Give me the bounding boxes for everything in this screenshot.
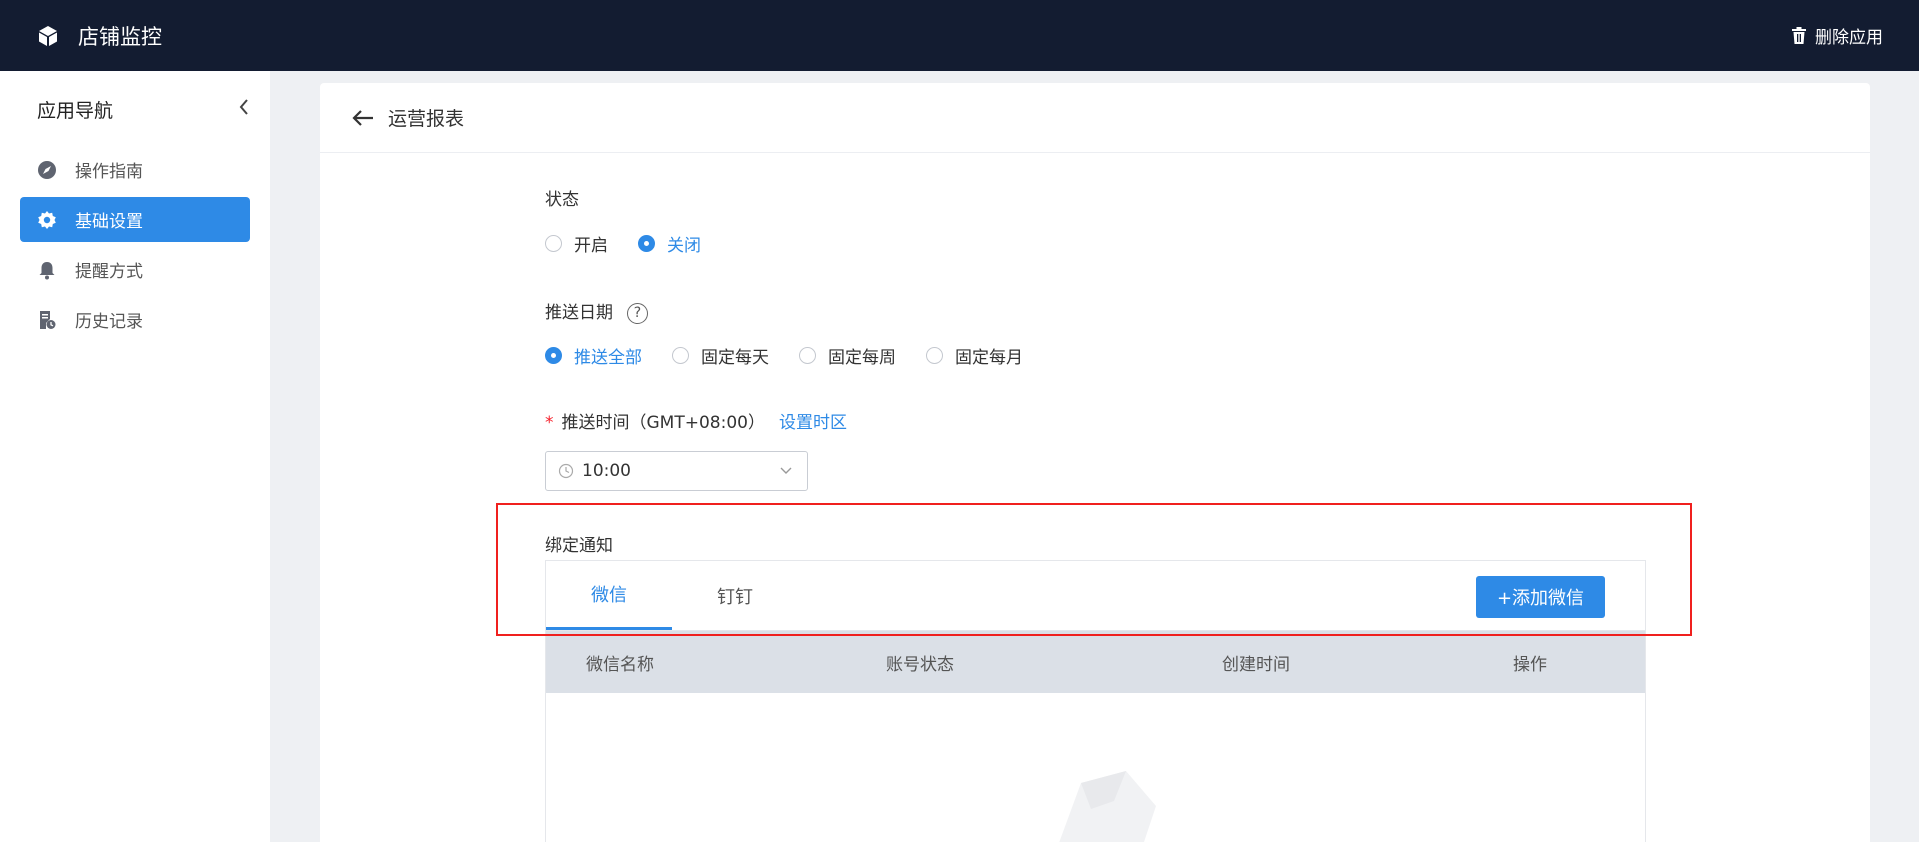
radio-label: 固定每天	[701, 347, 769, 368]
history-doc-icon	[40, 310, 56, 329]
chevron-down-icon	[780, 467, 792, 474]
required-mark: *	[545, 412, 554, 433]
push-time-label: 推送时间（GMT+08:00）	[561, 412, 765, 433]
cube-icon	[39, 25, 57, 46]
push-date-radio-group: 推送全部 固定每天 固定每周 固定每月	[545, 343, 1645, 368]
radio-push-daily[interactable]: 固定每天	[672, 343, 769, 368]
column-header: 微信名称	[586, 654, 654, 675]
radio-status-off[interactable]: 关闭	[638, 231, 701, 256]
trash-icon	[1792, 27, 1806, 44]
gear-icon	[38, 210, 56, 229]
page-title: 运营报表	[388, 108, 465, 130]
compass-icon	[38, 160, 56, 179]
radio-circle	[799, 346, 816, 364]
chevron-left-icon	[239, 98, 248, 115]
highlight-annotation	[496, 503, 1692, 636]
empty-state-illustration	[1059, 771, 1156, 842]
status-section: 状态 开启 关闭	[545, 185, 1645, 256]
sidebar-item-label: 操作指南	[75, 162, 143, 182]
column-header: 操作	[1513, 654, 1547, 675]
sidebar-item-label: 提醒方式	[75, 262, 143, 282]
push-time-section: * 推送时间（GMT+08:00） 设置时区 10:00	[545, 408, 1645, 491]
radio-circle	[545, 235, 562, 252]
push-date-section: 推送日期? 推送全部 固定每天 固定每周 固定每月	[545, 298, 1645, 368]
question-icon[interactable]: ?	[627, 302, 648, 324]
sidebar-item-label: 基础设置	[75, 212, 143, 232]
sidebar-header: 应用导航	[0, 71, 270, 147]
sidebar-title: 应用导航	[37, 99, 114, 122]
set-timezone-link[interactable]: 设置时区	[779, 413, 847, 433]
delete-app-label: 删除应用	[1815, 28, 1883, 48]
sidebar-item-basic-settings[interactable]: 基础设置	[20, 197, 250, 242]
radio-label: 关闭	[667, 236, 701, 256]
bell-icon	[39, 261, 55, 279]
table-header: 微信名称 账号状态 创建时间 操作	[546, 631, 1645, 693]
arrow-left-icon	[352, 109, 373, 126]
sidebar-item-label: 历史记录	[75, 312, 143, 332]
radio-label: 开启	[574, 236, 608, 256]
sidebar-item-guide[interactable]: 操作指南	[20, 147, 250, 192]
sidebar: 应用导航 操作指南 基础设置 提醒方式 历史记录	[0, 71, 270, 842]
column-header: 账号状态	[886, 654, 954, 675]
radio-circle	[926, 346, 943, 364]
time-picker[interactable]: 10:00	[545, 450, 808, 491]
sidebar-item-history[interactable]: 历史记录	[20, 297, 250, 342]
top-bar: 店铺监控 删除应用	[0, 0, 1919, 71]
radio-label: 推送全部	[574, 347, 642, 368]
radio-circle	[545, 346, 562, 364]
radio-label: 固定每月	[955, 347, 1023, 368]
radio-status-on[interactable]: 开启	[545, 231, 608, 256]
radio-push-all[interactable]: 推送全部	[545, 343, 642, 368]
settings-form: 状态 开启 关闭 推送日期? 推送全部 固定每天 固定每周 固定每月 * 推送时…	[545, 153, 1645, 556]
push-time-label-row: * 推送时间（GMT+08:00） 设置时区	[545, 408, 1645, 433]
status-radio-group: 开启 关闭	[545, 231, 1645, 256]
status-label: 状态	[545, 190, 579, 210]
radio-label: 固定每周	[828, 347, 896, 368]
push-date-label: 推送日期	[545, 303, 613, 323]
back-button[interactable]	[352, 109, 374, 127]
card-header: 运营报表	[320, 83, 1870, 153]
radio-push-monthly[interactable]: 固定每月	[926, 343, 1023, 368]
brand: 店铺监控	[36, 21, 162, 51]
sidebar-item-reminder[interactable]: 提醒方式	[20, 247, 250, 292]
delete-app-button[interactable]: 删除应用	[1791, 23, 1883, 48]
time-value: 10:00	[582, 460, 631, 481]
collapse-sidebar-button[interactable]	[238, 98, 250, 121]
push-date-label-row: 推送日期?	[545, 298, 1645, 324]
column-header: 创建时间	[1222, 654, 1290, 675]
radio-push-weekly[interactable]: 固定每周	[799, 343, 896, 368]
radio-circle	[638, 235, 655, 252]
radio-circle	[672, 346, 689, 364]
app-title: 店铺监控	[78, 24, 162, 49]
clock-icon	[558, 463, 574, 478]
